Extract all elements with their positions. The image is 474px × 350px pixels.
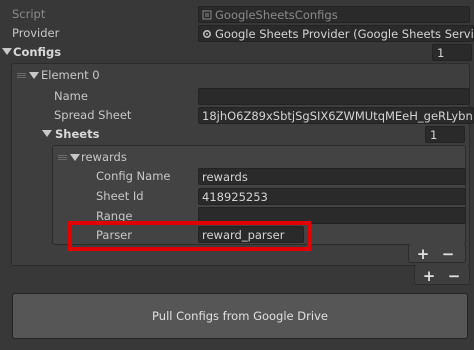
rewards-drag-handle[interactable] [58,155,67,160]
parser-highlight-box [68,221,311,251]
add-sheet-button[interactable]: + [411,245,435,263]
sheets-foldout-arrow[interactable] [42,130,52,137]
rewards-foldout-arrow[interactable] [70,154,80,161]
configs-label[interactable]: Configs [13,42,61,62]
script-icon [202,10,212,20]
element-drag-handle[interactable] [17,73,26,78]
script-field: GoogleSheetsConfigs [198,6,470,23]
provider-value: Google Sheets Provider (Google Sheets Se… [215,27,474,41]
remove-sheet-button[interactable]: − [436,245,460,263]
spread-sheet-field[interactable]: 18jhO6Z89xSbtjSgSIX6ZWMUtqMEeH_geRLybnnV [198,107,474,124]
sheet-id-label: Sheet Id [96,189,144,203]
config-name-field[interactable]: rewards [198,168,466,185]
script-value: GoogleSheetsConfigs [215,8,338,22]
provider-label: Provider [12,26,60,40]
name-label: Name [54,89,88,103]
sheets-label[interactable]: Sheets [55,124,99,144]
spread-sheet-label: Spread Sheet [54,108,132,122]
script-label: Script [12,7,46,21]
remove-config-button[interactable]: − [442,267,466,285]
provider-field[interactable]: Google Sheets Provider (Google Sheets Se… [198,25,474,42]
sheets-count-field[interactable]: 1 [425,126,465,143]
rewards-label[interactable]: rewards [81,147,127,167]
config-name-label: Config Name [96,169,171,183]
pull-configs-button[interactable]: Pull Configs from Google Drive [12,293,468,339]
element-foldout-arrow[interactable] [29,72,39,79]
sheet-id-field[interactable]: 418925253 [198,188,466,205]
element-label[interactable]: Element 0 [41,65,100,85]
pull-configs-label: Pull Configs from Google Drive [152,309,328,323]
gear-icon [202,29,212,39]
name-field[interactable] [198,88,470,105]
configs-foldout-arrow[interactable] [2,48,12,55]
add-config-button[interactable]: + [417,267,441,285]
configs-count-field[interactable]: 1 [432,44,472,61]
